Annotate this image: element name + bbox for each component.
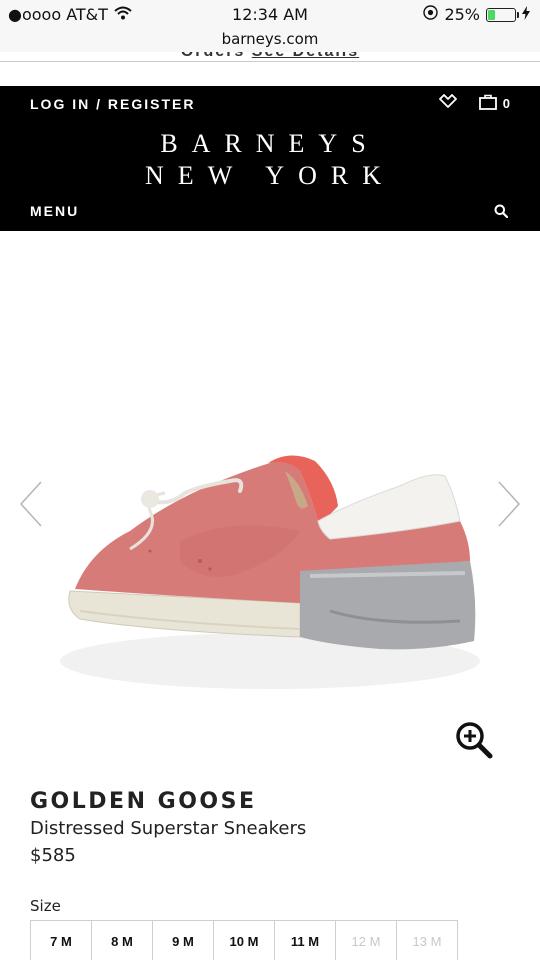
battery-indicator [486, 7, 519, 22]
product-price: $585 [30, 845, 76, 866]
logo-line-1[interactable]: BARNEYS [0, 128, 540, 160]
bag-button[interactable]: 0 [478, 94, 510, 113]
bag-count: 0 [502, 96, 510, 111]
address-bar[interactable]: barneys.com [0, 30, 540, 52]
battery-fill [488, 9, 495, 20]
size-option[interactable]: 7 M [30, 920, 92, 960]
charging-icon [522, 5, 530, 24]
location-icon [423, 5, 439, 24]
orders-banner: Orders See Details [0, 52, 540, 62]
orders-label: Orders [181, 52, 245, 60]
bag-icon [478, 94, 497, 113]
login-register-link[interactable]: LOG IN / REGISTER [30, 96, 195, 112]
url-text: barneys.com [221, 30, 319, 48]
product-image[interactable] [0, 231, 540, 771]
size-option[interactable]: 10 M [213, 920, 275, 960]
size-option-unavailable: 13 M [396, 920, 458, 960]
sneaker-illustration [60, 455, 480, 689]
size-label: Size [30, 897, 61, 915]
chevron-right-icon[interactable] [494, 474, 524, 534]
size-option-unavailable: 12 M [335, 920, 397, 960]
product-brand[interactable]: GOLDEN GOOSE [30, 789, 256, 814]
battery-percent: 25% [444, 5, 480, 24]
size-option[interactable]: 9 M [152, 920, 214, 960]
orders-text: Orders See Details [0, 52, 540, 61]
zoom-in-icon[interactable] [454, 720, 494, 760]
search-icon[interactable] [494, 204, 509, 223]
size-option[interactable]: 8 M [91, 920, 153, 960]
size-selector: 7 M 8 M 9 M 10 M 11 M 12 M 13 M [30, 920, 458, 960]
logo-line-2[interactable]: NEW YORK [0, 160, 540, 192]
status-bar: ●oooo AT&T 12:34 AM 25% [0, 0, 540, 30]
menu-button[interactable]: MENU [30, 203, 79, 219]
header-icons: 0 [438, 94, 510, 113]
site-header: LOG IN / REGISTER 0 BARNEYS NEW YORK MEN… [0, 86, 540, 231]
heart-icon[interactable] [438, 94, 457, 113]
product-name: Distressed Superstar Sneakers [30, 818, 307, 839]
see-details-link[interactable]: See Details [252, 52, 359, 60]
status-right: 25% [423, 5, 530, 24]
chevron-left-icon[interactable] [16, 474, 46, 534]
size-option[interactable]: 11 M [274, 920, 336, 960]
